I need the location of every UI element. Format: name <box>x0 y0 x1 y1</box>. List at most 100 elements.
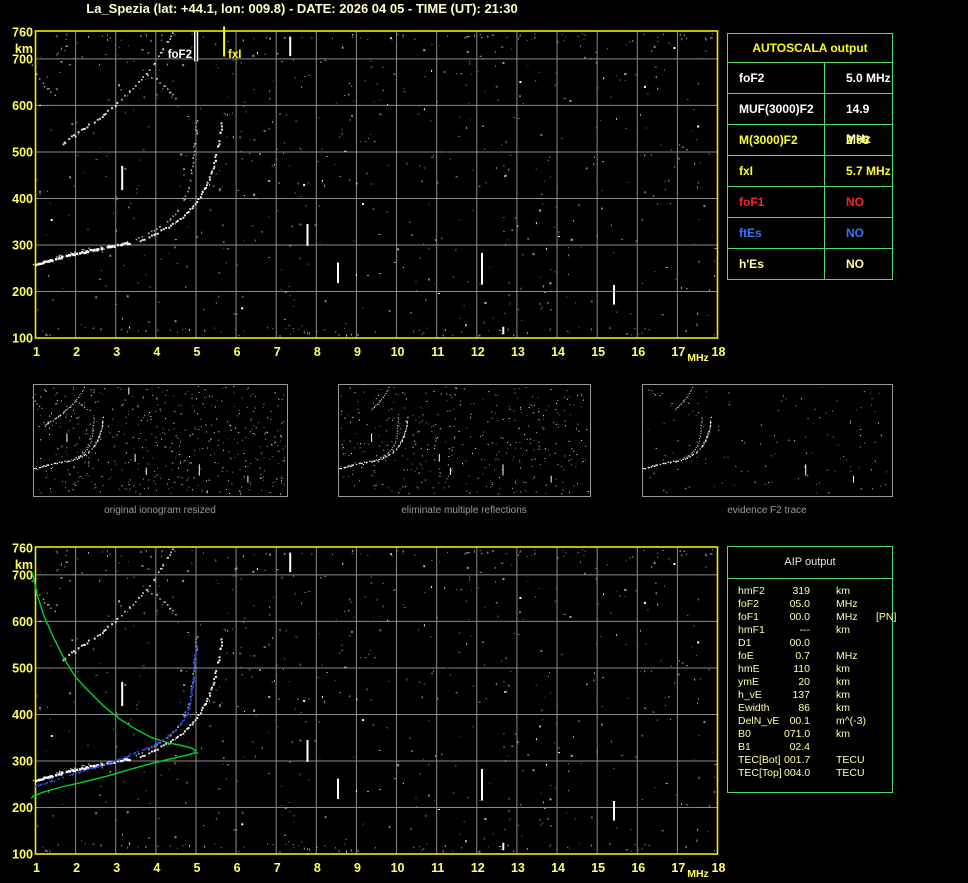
aip-row-value: 00.1 <box>789 715 810 727</box>
svg-text:4: 4 <box>153 861 160 875</box>
svg-text:14: 14 <box>551 345 565 359</box>
svg-text:4: 4 <box>153 345 160 359</box>
ftes-label: ftEs <box>728 218 825 248</box>
table-row-fxi: fxI 5.7 MHz <box>728 156 892 187</box>
aip-row-value: 001.7 <box>784 754 811 766</box>
aip-row-value: --- <box>799 624 811 636</box>
hes-value: NO <box>846 257 864 271</box>
aip-row-value: 0.7 <box>795 650 810 662</box>
svg-text:6: 6 <box>234 345 241 359</box>
svg-text:6: 6 <box>234 861 241 875</box>
aip-row: hmF1 --- km <box>738 624 892 637</box>
svg-text:600: 600 <box>12 615 33 629</box>
aip-row-unit: km <box>836 663 850 675</box>
thumbnail-caption-f2trace: evidence F2 trace <box>727 505 807 516</box>
aip-row-unit: MHz <box>836 611 858 623</box>
svg-text:2: 2 <box>73 345 80 359</box>
svg-text:8: 8 <box>314 861 321 875</box>
muf3000f2-value: 14.9 MHz <box>846 102 871 146</box>
autoscala-table-title: AUTOSCALA output <box>728 34 892 63</box>
svg-text:760: 760 <box>12 542 33 556</box>
autoscala-window: La_Spezia (lat: +44.1, lon: 009.8) - DAT… <box>0 0 968 883</box>
svg-text:12: 12 <box>471 345 485 359</box>
svg-text:17: 17 <box>671 345 685 359</box>
svg-text:18: 18 <box>712 861 726 875</box>
fxi-label: fxI <box>728 156 825 186</box>
fof2-marker: foF2 <box>168 31 199 62</box>
svg-text:15: 15 <box>591 861 605 875</box>
aip-row-value: 02.4 <box>789 741 810 753</box>
svg-text:16: 16 <box>631 861 645 875</box>
table-row-muf3000f2: MUF(3000)F2 14.9 MHz <box>728 94 892 146</box>
aip-row-value: 05.0 <box>789 598 810 610</box>
aip-row-label: TEC[Top] <box>738 767 782 779</box>
aip-row-extra <box>872 585 892 598</box>
aip-row-extra <box>872 728 892 741</box>
svg-text:10: 10 <box>391 345 405 359</box>
aip-row: B1 02.4 <box>738 741 892 754</box>
table-row-fof1: foF1 NO <box>728 187 892 218</box>
aip-row-label: h_vE <box>738 689 762 701</box>
aip-row-extra <box>872 624 892 637</box>
m3000f2-label: M(3000)F2 <box>728 125 825 155</box>
aip-row: foF2 05.0 MHz <box>738 598 892 611</box>
table-row-hes: h'Es NO <box>728 249 892 279</box>
fof1-label: foF1 <box>728 187 825 217</box>
aip-row-label: hmF1 <box>738 624 765 636</box>
aip-row-value: 20 <box>798 676 810 688</box>
svg-text:1: 1 <box>33 861 40 875</box>
svg-text:760: 760 <box>12 26 33 40</box>
aip-row-label: TEC[Bot] <box>738 754 781 766</box>
aip-row-extra <box>872 689 892 702</box>
aip-row-extra <box>872 715 892 728</box>
aip-row-extra <box>872 637 892 650</box>
aip-row-extra: [PN] <box>876 611 897 623</box>
aip-output-table: AIP output hmF2 319 km foF2 05.0 MHz foF1 00.0 M… <box>727 546 896 793</box>
aip-row: Ewidth 86 km <box>738 702 892 715</box>
m3000f2-value: 2.98 <box>846 133 870 147</box>
svg-text:3: 3 <box>113 345 120 359</box>
table-row-fof2: foF2 5.0 MHz <box>728 63 892 94</box>
svg-text:5: 5 <box>193 861 200 875</box>
bottom-ionogram-plot: 760km7006005004003002001001 2 3 4 5 6 7 8 9 10 11 1… <box>12 542 725 881</box>
aip-row-extra <box>872 754 892 767</box>
svg-text:15: 15 <box>591 345 605 359</box>
aip-row-unit: MHz <box>836 650 858 662</box>
aip-row-extra <box>872 676 892 689</box>
svg-text:700: 700 <box>12 52 33 66</box>
aip-row-label: B0 <box>738 728 751 740</box>
aip-row-unit: km <box>836 585 850 597</box>
y-axis-labels: 760km700600500400300200100 <box>12 542 33 862</box>
aip-row-unit: km <box>836 689 850 701</box>
aip-table-rows: hmF2 319 km foF2 05.0 MHz foF1 00.0 MHz [PN] hmF1 -… <box>728 579 896 780</box>
aip-row: B0 071.0 km <box>738 728 892 741</box>
svg-text:200: 200 <box>12 801 33 815</box>
svg-text:300: 300 <box>12 754 33 768</box>
x-axis-labels: 1 2 3 4 5 6 7 8 9 10 11 12 13 14 15 16 17 18MHz <box>33 861 725 880</box>
aip-row-label: foF1 <box>738 611 760 623</box>
thumbnail-eliminate-reflections <box>338 384 591 497</box>
x-axis-labels: 1 2 3 4 5 6 7 8 9 10 11 12 13 14 15 16 17 18MHz <box>33 345 725 364</box>
aip-row-value: 004.0 <box>784 767 811 779</box>
aip-row-value: 110 <box>793 663 810 675</box>
svg-text:12: 12 <box>471 861 485 875</box>
hes-label: h'Es <box>728 249 825 279</box>
aip-row: TEC[Top] 004.0 TECU <box>738 767 892 780</box>
aip-row-unit: TECU <box>836 754 865 766</box>
svg-text:2: 2 <box>73 861 80 875</box>
aip-row-extra <box>872 741 892 754</box>
svg-text:1: 1 <box>33 345 40 359</box>
svg-text:100: 100 <box>12 847 33 861</box>
aip-row: D1 00.0 <box>738 637 892 650</box>
aip-row: foF1 00.0 MHz [PN] <box>738 611 896 624</box>
svg-text:11: 11 <box>431 861 444 875</box>
svg-text:14: 14 <box>551 861 565 875</box>
aip-row-unit: km <box>836 728 850 740</box>
aip-row: hmF2 319 km <box>738 585 892 598</box>
aip-row-value: 00.0 <box>789 637 810 649</box>
svg-text:300: 300 <box>12 238 33 252</box>
svg-text:500: 500 <box>12 145 33 159</box>
aip-row-value: 319 <box>792 585 810 597</box>
aip-row-extra <box>872 767 892 780</box>
svg-text:fxI: fxI <box>228 49 241 61</box>
